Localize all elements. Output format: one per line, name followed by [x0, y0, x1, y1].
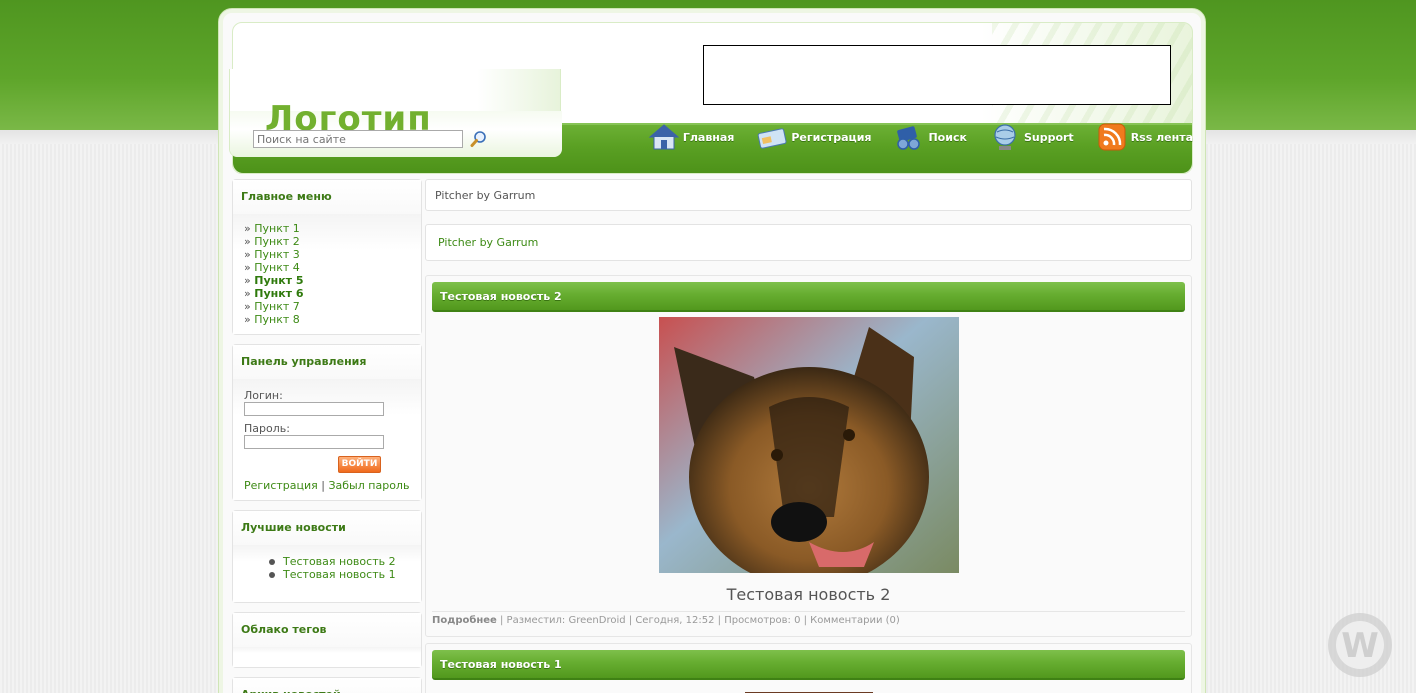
home-icon [648, 124, 680, 150]
menu-link[interactable]: Пункт 7 [254, 300, 300, 313]
article-title[interactable]: Тестовая новость 2 [432, 282, 1185, 312]
article-title[interactable]: Тестовая новость 1 [432, 650, 1185, 680]
nav-rss[interactable]: Rss лента [1096, 122, 1193, 152]
menu-item: » Пункт 5 [244, 274, 304, 287]
menu-link[interactable]: Пункт 6 [254, 287, 303, 300]
menu-item: » Пункт 7 [244, 300, 300, 313]
login-button[interactable]: ВОЙТИ [338, 456, 381, 473]
menu-link[interactable]: Пункт 8 [254, 313, 300, 326]
separator: | [321, 479, 325, 492]
block-title: Главное меню [233, 180, 421, 214]
breadcrumb: Pitcher by Garrum [425, 179, 1192, 211]
block-body [233, 647, 421, 667]
nav-search[interactable]: Поиск [893, 122, 967, 152]
block-title: Облако тегов [233, 613, 421, 647]
search-input[interactable] [253, 130, 463, 148]
nav-support[interactable]: Support [989, 122, 1074, 152]
news-link[interactable]: Тестовая новость 2 [283, 555, 396, 568]
nav-label: Поиск [928, 130, 967, 144]
login-input[interactable] [244, 402, 384, 416]
menu-item: » Пункт 1 [244, 222, 300, 235]
dog-photo [658, 317, 959, 573]
main-navigation: Главная Регистрация Поиск Support Rss ле… [648, 121, 1193, 153]
menu-item: » Пункт 3 [244, 248, 300, 261]
menu-link[interactable]: Пункт 2 [254, 235, 300, 248]
svg-text:W: W [1341, 626, 1379, 666]
register-link[interactable]: Регистрация [244, 479, 318, 492]
site-wrapper: Логотип Главная Регистрация [218, 8, 1206, 693]
tag-cloud-block: Облако тегов [232, 612, 422, 668]
search-icon[interactable] [470, 130, 488, 148]
best-news-block: Лучшие новости Тестовая новость 2 Тестов… [232, 510, 422, 603]
speedbar: Pitcher by Garrum [425, 224, 1192, 261]
block-body: » Пункт 1 » Пункт 2 » Пункт 3 » Пункт 4 … [233, 214, 421, 334]
registration-card-icon [758, 128, 787, 149]
nav-registration[interactable]: Регистрация [756, 122, 871, 152]
main-content: Pitcher by Garrum Pitcher by Garrum Тест… [425, 179, 1192, 693]
globe-support-icon [994, 124, 1016, 150]
menu-link[interactable]: Пункт 1 [254, 222, 300, 235]
speedbar-link[interactable]: Pitcher by Garrum [438, 236, 538, 249]
best-news-list: Тестовая новость 2 Тестовая новость 1 [244, 555, 411, 581]
forgot-password-link[interactable]: Забыл пароль [328, 479, 409, 492]
list-item: Тестовая новость 1 [269, 568, 411, 581]
nav-label: Support [1023, 130, 1074, 144]
news-article: Тестовая новость 2 Тестовая новость 2 По… [425, 275, 1192, 637]
password-input[interactable] [244, 435, 384, 449]
banner-placeholder [703, 45, 1171, 105]
nav-home[interactable]: Главная [648, 122, 735, 152]
article-caption: Тестовая новость 2 [726, 585, 891, 604]
watermark-logo-icon: W [1328, 613, 1392, 677]
news-article: Тестовая новость 1 [425, 643, 1192, 693]
article-meta: Подробнее | Разместил: GreenDroid | Сего… [432, 611, 1185, 636]
menu-item: » Пункт 8 [244, 313, 300, 326]
control-panel-block: Панель управления Логин: Пароль: ВОЙТИ Р… [232, 344, 422, 501]
main-menu-list: » Пункт 1 » Пункт 2 » Пункт 3 » Пункт 4 … [244, 222, 411, 326]
list-item: Тестовая новость 2 [269, 555, 411, 568]
nav-label: Регистрация [791, 130, 872, 144]
menu-link[interactable]: Пункт 3 [254, 248, 300, 261]
login-links: Регистрация | Забыл пароль [244, 479, 411, 492]
menu-link[interactable]: Пункт 5 [254, 274, 303, 287]
nav-label: Главная [682, 130, 735, 144]
menu-item: » Пункт 4 [244, 261, 300, 274]
logo-search-panel: Логотип [229, 69, 562, 157]
archive-block: Архив новостей [232, 677, 422, 693]
menu-link[interactable]: Пункт 4 [254, 261, 300, 274]
block-body: Тестовая новость 2 Тестовая новость 1 [233, 545, 421, 602]
menu-item: » Пункт 6 [244, 287, 304, 300]
block-title: Лучшие новости [233, 511, 421, 545]
news-link[interactable]: Тестовая новость 1 [283, 568, 396, 581]
password-label: Пароль: [244, 422, 290, 435]
left-sidebar: Главное меню » Пункт 1 » Пункт 2 » Пункт… [232, 179, 422, 693]
block-title: Панель управления [233, 345, 421, 379]
binoculars-icon [897, 126, 921, 150]
login-form: Логин: Пароль: ВОЙТИ Регистрация | Забыл… [233, 379, 421, 500]
read-more-link[interactable]: Подробнее [432, 615, 497, 626]
main-menu-block: Главное меню » Пункт 1 » Пункт 2 » Пункт… [232, 179, 422, 335]
meta-info: | Разместил: GreenDroid | Сегодня, 12:52… [496, 615, 900, 626]
menu-item: » Пункт 2 [244, 235, 300, 248]
block-title: Архив новостей [233, 678, 421, 693]
nav-label: Rss лента [1130, 130, 1193, 144]
rss-icon [1098, 123, 1126, 151]
login-label: Логин: [244, 389, 283, 402]
